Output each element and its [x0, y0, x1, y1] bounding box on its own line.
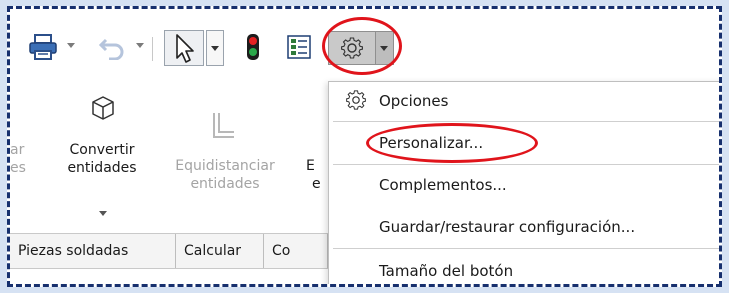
- chevron-down-icon: [211, 46, 219, 51]
- quick-access-toolbar: [10, 9, 719, 89]
- convert-entities-label: Convertir entidades: [67, 142, 137, 176]
- chevron-down-icon: [380, 46, 388, 51]
- options-dropdown-menu: Opciones Personalizar... Complementos...…: [328, 81, 719, 284]
- chevron-down-icon[interactable]: [99, 211, 107, 216]
- file-properties-button[interactable]: [282, 31, 316, 63]
- gear-icon: [341, 37, 363, 59]
- select-button[interactable]: [164, 30, 204, 66]
- ribbon-partial-label-top: E: [306, 158, 315, 174]
- menu-separator: [333, 121, 719, 122]
- ribbon-partial-label-top: ar: [10, 142, 25, 158]
- printer-icon: [29, 34, 57, 60]
- undo-icon: [98, 38, 124, 60]
- ribbon-partial-label-bottom: e: [312, 176, 321, 192]
- select-arrow-icon: [176, 34, 194, 63]
- menu-separator: [333, 248, 719, 249]
- undo-button[interactable]: [92, 31, 132, 63]
- menu-separator: [333, 164, 719, 165]
- print-button[interactable]: [24, 31, 62, 63]
- menu-item-options[interactable]: Opciones: [329, 84, 719, 118]
- traffic-light-icon: [247, 34, 259, 60]
- rebuild-button[interactable]: [238, 31, 268, 63]
- menu-item-save-restore-settings[interactable]: Guardar/restaurar configuración...: [329, 210, 719, 244]
- ribbon-partial-label-bottom: es: [10, 160, 26, 176]
- ribbon-partial-command-right[interactable]: E e: [306, 157, 326, 193]
- cube-icon: [92, 96, 114, 120]
- solidworks-window: ar es Convertir entidades Equidistanciar: [7, 6, 722, 287]
- offset-entities-button[interactable]: Equidistanciar entidades: [160, 89, 290, 229]
- tab-weldments[interactable]: Piezas soldadas: [10, 234, 176, 268]
- select-dropdown-arrow[interactable]: [206, 30, 224, 66]
- undo-dropdown-arrow[interactable]: [136, 43, 144, 48]
- options-button[interactable]: [328, 31, 376, 65]
- offset-entities-label: Equidistanciar entidades: [175, 158, 275, 192]
- ribbon-partial-command[interactable]: ar es: [10, 141, 30, 177]
- convert-entities-button[interactable]: Convertir entidades: [54, 89, 150, 229]
- tab-evaluate[interactable]: Calcular: [176, 234, 264, 268]
- menu-item-customize[interactable]: Personalizar...: [329, 126, 719, 160]
- menu-item-add-ins[interactable]: Complementos...: [329, 168, 719, 202]
- options-dropdown-arrow[interactable]: [376, 31, 394, 65]
- print-dropdown-arrow[interactable]: [67, 43, 75, 48]
- tab-partial[interactable]: Co: [264, 234, 328, 268]
- offset-entities-icon: [213, 113, 234, 138]
- toolbar-separator: [152, 37, 153, 61]
- menu-item-button-size[interactable]: Tamaño del botón: [329, 254, 719, 284]
- options-list-icon: [287, 35, 311, 59]
